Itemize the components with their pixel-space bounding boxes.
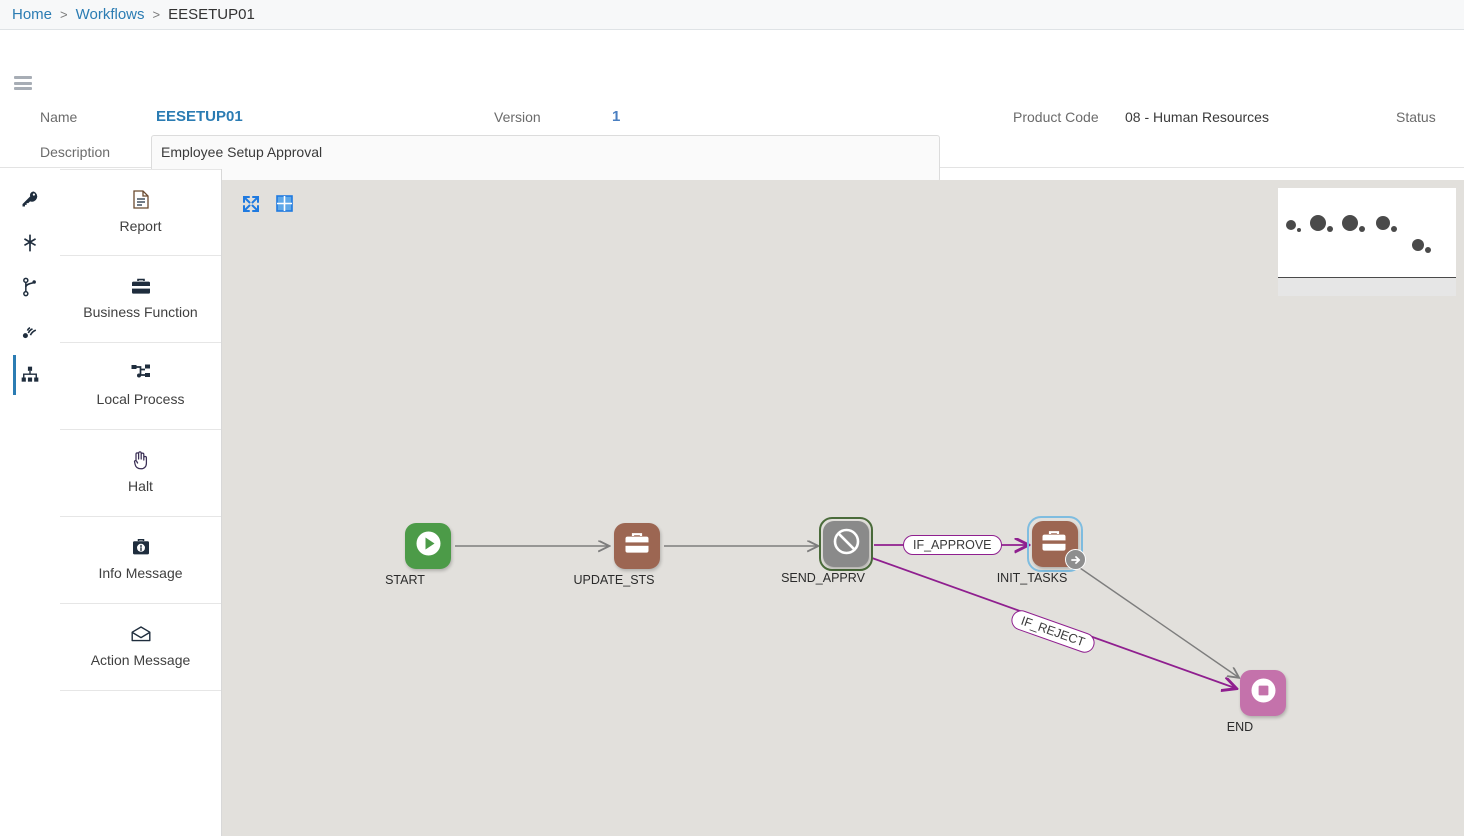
node-badge bbox=[1065, 549, 1086, 570]
stop-icon bbox=[1250, 677, 1277, 709]
envelope-icon bbox=[131, 624, 151, 644]
status-label: Status bbox=[1396, 109, 1436, 125]
rail-item-hierarchy[interactable] bbox=[0, 353, 60, 397]
hierarchy-icon bbox=[20, 365, 40, 385]
workflow-header: Name EESETUP01 Version 1 Product Code 08… bbox=[0, 31, 1464, 182]
palette-item-label: Local Process bbox=[96, 391, 185, 407]
node-shape[interactable] bbox=[1032, 521, 1086, 570]
breadcrumb-item-current: EESETUP01 bbox=[168, 6, 255, 23]
breadcrumb-item-workflows[interactable]: Workflows bbox=[76, 6, 145, 23]
rail-item-branch[interactable] bbox=[0, 265, 60, 309]
palette-item-label: Business Function bbox=[83, 304, 198, 320]
palette-item-label: Halt bbox=[128, 478, 153, 494]
palette-item-local-process[interactable]: Local Process bbox=[60, 343, 221, 430]
node-shape[interactable] bbox=[614, 523, 660, 569]
breadcrumb-item-home[interactable]: Home bbox=[12, 6, 52, 23]
rail-item-key[interactable] bbox=[0, 177, 60, 221]
node-shape[interactable] bbox=[405, 523, 451, 569]
palette-item-info-message[interactable]: Info Message bbox=[60, 517, 221, 604]
palette-item-halt[interactable]: Halt bbox=[60, 430, 221, 517]
diagram-edges bbox=[455, 180, 1464, 836]
description-input[interactable] bbox=[151, 135, 940, 182]
asterisk-icon bbox=[20, 233, 40, 253]
node-shape[interactable] bbox=[1240, 670, 1286, 716]
palette-item-label: Info Message bbox=[98, 565, 183, 581]
version-label: Version bbox=[494, 109, 541, 125]
hand-icon bbox=[132, 450, 149, 470]
workflow-designer-page: Home > Workflows > EESETUP01 Name EESETU… bbox=[0, 0, 1464, 836]
rail-item-asterisk[interactable] bbox=[0, 221, 60, 265]
breadcrumb-separator: > bbox=[152, 7, 161, 22]
breadcrumb: Home > Workflows > EESETUP01 bbox=[0, 0, 1464, 30]
rail-item-broadcast[interactable] bbox=[0, 309, 60, 353]
palette-item-label: Report bbox=[119, 217, 162, 234]
name-label: Name bbox=[40, 109, 78, 125]
info-message-icon bbox=[132, 537, 150, 557]
product-code-label: Product Code bbox=[1013, 109, 1099, 125]
branch-icon bbox=[21, 277, 39, 297]
document-icon bbox=[132, 190, 149, 210]
node-label: END bbox=[1226, 720, 1254, 734]
product-code-value: 08 - Human Resources bbox=[1125, 109, 1269, 125]
node-shape[interactable] bbox=[823, 521, 869, 567]
play-icon bbox=[415, 530, 442, 562]
node-label: INIT_TASKS bbox=[996, 571, 1068, 585]
palette-item-report[interactable]: Report bbox=[60, 169, 221, 256]
node-label: SEND_APPRV bbox=[781, 571, 865, 585]
briefcase-icon bbox=[131, 276, 151, 296]
halt-icon bbox=[832, 527, 861, 561]
hamburger-menu-icon[interactable] bbox=[14, 76, 32, 90]
palette-item-action-message[interactable]: Action Message bbox=[60, 604, 221, 691]
breadcrumb-separator: > bbox=[60, 7, 68, 22]
node-label: START bbox=[385, 573, 425, 587]
component-palette: Report Business Function Local Process H… bbox=[60, 169, 222, 836]
briefcase-icon bbox=[623, 531, 651, 561]
icon-rail bbox=[0, 169, 60, 836]
broadcast-icon bbox=[20, 321, 40, 341]
palette-item-label: Action Message bbox=[90, 652, 191, 668]
key-icon bbox=[20, 189, 40, 209]
workflow-name-value[interactable]: EESETUP01 bbox=[156, 108, 243, 125]
palette-item-business-function[interactable]: Business Function bbox=[60, 256, 221, 343]
workflow-canvas[interactable]: START UPDATE_STS SEND_APPRV INIT_TASKS E… bbox=[222, 180, 1464, 836]
version-value[interactable]: 1 bbox=[612, 108, 620, 125]
description-label: Description bbox=[40, 144, 111, 160]
local-process-icon bbox=[131, 363, 151, 383]
node-label: UPDATE_STS bbox=[573, 573, 655, 587]
edge-label-if-approve[interactable]: IF_APPROVE bbox=[903, 535, 1002, 555]
